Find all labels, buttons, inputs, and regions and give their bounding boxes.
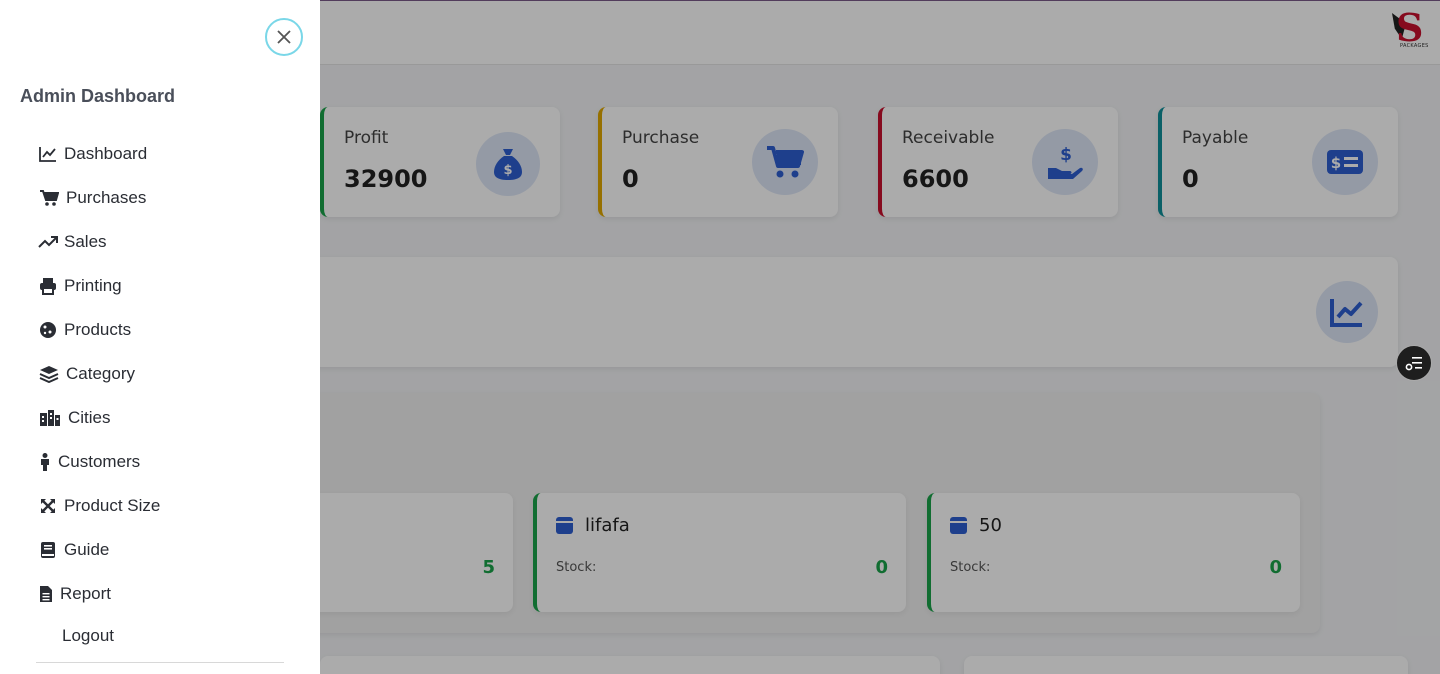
expand-icon — [38, 496, 58, 516]
close-icon — [277, 30, 291, 44]
sidebar-item-sales[interactable]: Sales — [38, 220, 298, 264]
sidebar-item-label: Purchases — [66, 188, 147, 207]
sidebar-nav: Dashboard Purchases Sales Printing Produ… — [38, 132, 298, 656]
sidebar-item-label: Category — [66, 364, 135, 383]
settings-list-icon — [1405, 357, 1422, 371]
sidebar-item-label: Product Size — [64, 496, 161, 515]
close-sidebar-button[interactable] — [265, 18, 303, 56]
sidebar-item-dashboard[interactable]: Dashboard — [38, 132, 298, 176]
sidebar-item-product-size[interactable]: Product Size — [38, 484, 298, 528]
sidebar-item-guide[interactable]: Guide — [38, 528, 298, 572]
cookie-icon — [38, 320, 58, 340]
sidebar-item-cities[interactable]: Cities — [38, 396, 298, 440]
sidebar-item-category[interactable]: Category — [38, 352, 298, 396]
city-icon — [38, 408, 62, 428]
sidebar-item-label: Report — [60, 584, 112, 603]
settings-toggle-button[interactable] — [1396, 345, 1432, 381]
person-icon — [38, 452, 52, 472]
file-icon — [38, 584, 54, 604]
trend-up-icon — [38, 232, 58, 252]
book-icon — [38, 540, 58, 560]
admin-sidebar: Admin Dashboard Dashboard Purchases Sale… — [0, 0, 320, 674]
sidebar-item-label: Sales — [64, 232, 107, 251]
sidebar-item-customers[interactable]: Customers — [38, 440, 298, 484]
sidebar-item-label: Products — [64, 320, 132, 339]
sidebar-item-label: Dashboard — [64, 144, 148, 163]
sidebar-item-products[interactable]: Products — [38, 308, 298, 352]
sidebar-item-report[interactable]: Report — [38, 572, 298, 616]
logout-label: Logout — [62, 626, 114, 645]
cart-icon — [38, 188, 60, 208]
sidebar-item-label: Printing — [64, 276, 122, 295]
sidebar-divider — [36, 662, 284, 663]
printer-icon — [38, 276, 58, 296]
line-chart-icon — [38, 144, 58, 164]
sidebar-item-label: Guide — [64, 540, 110, 559]
sidebar-item-purchases[interactable]: Purchases — [38, 176, 298, 220]
sidebar-item-label: Cities — [68, 408, 111, 427]
sidebar-item-printing[interactable]: Printing — [38, 264, 298, 308]
sidebar-item-logout[interactable]: Logout — [38, 616, 298, 656]
sidebar-title: Admin Dashboard — [20, 86, 176, 106]
layers-icon — [38, 364, 60, 384]
sidebar-item-label: Customers — [58, 452, 141, 471]
